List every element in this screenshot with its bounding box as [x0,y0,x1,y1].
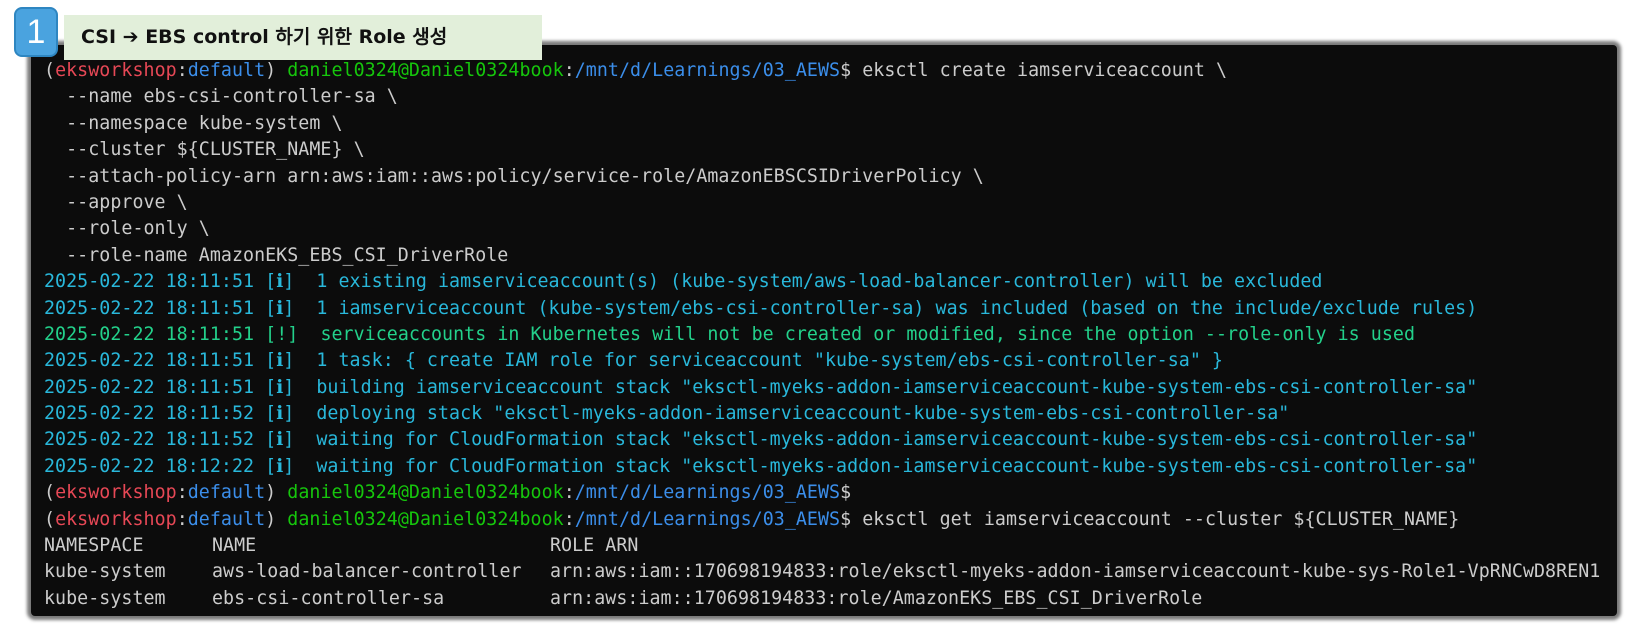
log-line: 2025-02-22 18:11:51 [ℹ] 1 iamserviceacco… [44,297,1478,319]
prompt-context: default [187,60,266,81]
log-line: 2025-02-22 18:11:52 [ℹ] waiting for Clou… [44,429,1478,451]
command-arg-line: --cluster ${CLUSTER_NAME} \ [44,139,365,161]
prompt-line: (eksworkshop:default) daniel0324@Daniel0… [44,508,1460,530]
prompt-env: eksworkshop [55,60,177,81]
log-line-warning: 2025-02-22 18:11:51 [!] serviceaccounts … [44,323,1416,345]
step-title: CSI ➔ EBS control 하기 위한 Role 생성 [64,15,542,60]
command-arg-line: --role-name AmazonEKS_EBS_CSI_DriverRole [44,244,509,266]
command-arg-line: --namespace kube-system \ [44,112,343,134]
terminal-window[interactable]: (eksworkshop:default) daniel0324@Daniel0… [31,45,1617,616]
command-arg-line: --name ebs-csi-controller-sa \ [44,86,398,108]
log-line: 2025-02-22 18:11:51 [ℹ] building iamserv… [44,376,1478,398]
prompt-user-host: daniel0324@Daniel0324book [287,60,564,81]
table-header: NAMESPACE NAME ROLE ARN [44,535,639,557]
terminal-output: (eksworkshop:default) daniel0324@Daniel0… [44,58,1617,612]
prompt-line: (eksworkshop:default) daniel0324@Daniel0… [44,60,1228,81]
command-arg-line: --attach-policy-arn arn:aws:iam::aws:pol… [44,165,984,187]
prompt-line: (eksworkshop:default) daniel0324@Daniel0… [44,482,852,504]
log-line: 2025-02-22 18:11:51 [ℹ] 1 task: { create… [44,350,1223,372]
command-arg-line: --role-only \ [44,218,210,240]
log-line: 2025-02-22 18:12:22 [ℹ] waiting for Clou… [44,455,1478,477]
command-text: eksctl get iamserviceaccount --cluster $… [862,508,1460,530]
command-arg-line: --approve \ [44,191,188,213]
table-row: kube-system aws-load-balancer-controller a… [44,561,1601,583]
prompt-path: /mnt/d/Learnings/03_AEWS [574,60,841,81]
log-line: 2025-02-22 18:11:51 [ℹ] 1 existing iamse… [44,271,1323,293]
step-number-badge: 1 [14,7,58,57]
table-row: kube-system ebs-csi-controller-sa arn:aws:… [44,587,1203,609]
command-text: eksctl create iamserviceaccount \ [862,60,1228,81]
log-line: 2025-02-22 18:11:52 [ℹ] deploying stack … [44,403,1290,425]
